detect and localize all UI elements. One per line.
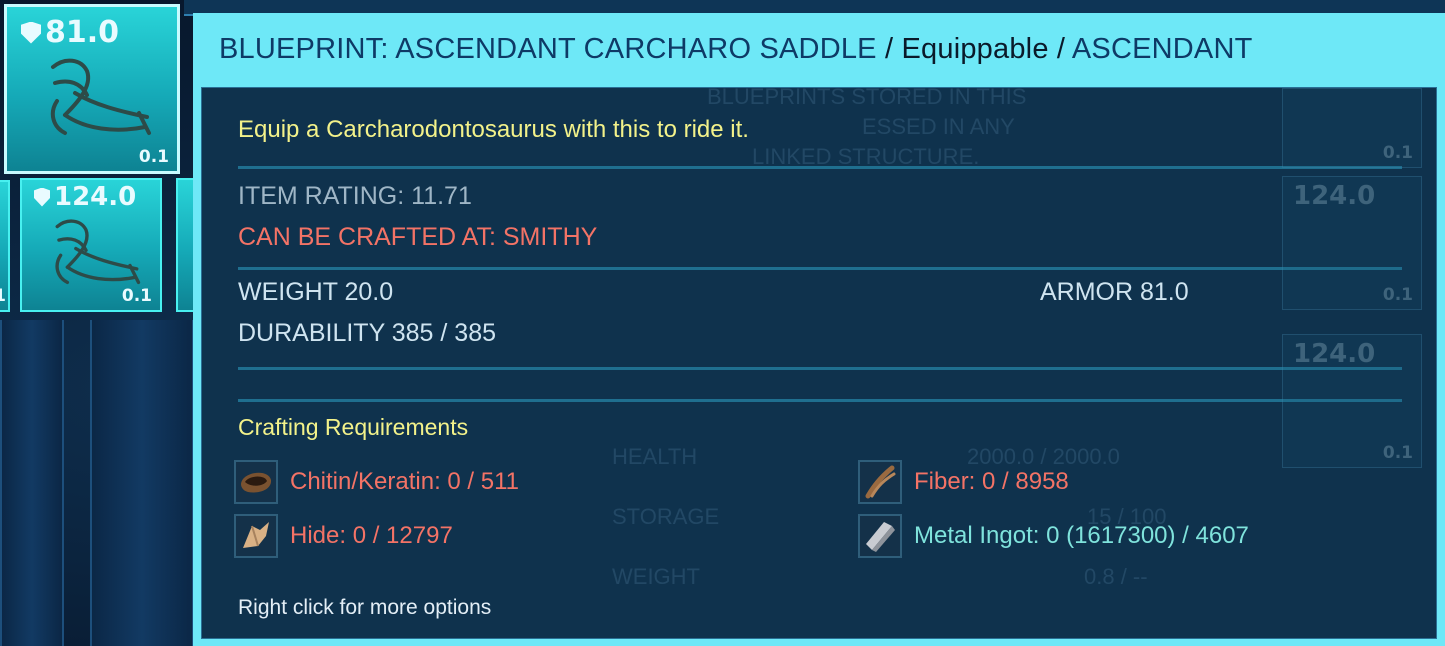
saddle-icon xyxy=(50,58,151,135)
requirement-item: Chitin/Keratin: 0 / 511 xyxy=(234,460,519,504)
inventory-slot-partial[interactable]: 124.0 0.1 xyxy=(1282,176,1422,310)
slot-armor-value: 124.0 xyxy=(1293,339,1376,369)
requirement-label: Hide: 0 / 12797 xyxy=(290,522,453,549)
header-separator: / xyxy=(1056,33,1066,65)
requirement-icon-box xyxy=(858,514,902,558)
slot-weight: 0.1 xyxy=(121,286,152,306)
tooltip-header: BLUEPRINT: ASCENDANT CARCHARO SADDLE / E… xyxy=(219,33,1253,66)
inventory-slot-partial[interactable]: 124.0 0.1 xyxy=(1282,334,1422,468)
requirement-label: Fiber: 0 / 8958 xyxy=(914,468,1069,495)
divider xyxy=(238,166,1402,169)
requirement-icon-box xyxy=(234,460,278,504)
ghost-stat-value: 0.8 / -- xyxy=(1084,564,1148,589)
divider xyxy=(238,367,1402,370)
requirement-label: Metal Ingot: 0 (1617300) / 4607 xyxy=(914,522,1249,549)
slot-armor: 124.0 xyxy=(34,182,136,212)
item-durability: DURABILITY 385 / 385 xyxy=(238,319,497,347)
slot-armor: 124.0 xyxy=(1293,339,1375,369)
header-separator: / xyxy=(884,33,894,65)
slot-armor-value: 81.0 xyxy=(45,15,120,50)
slot-armor-value: 124.0 xyxy=(54,182,137,212)
shield-icon xyxy=(34,187,50,207)
item-type: Equippable xyxy=(901,33,1049,65)
game-inventory-screen: 1 81.0 0.1 124.0 0.1 BLUEPRINT: ASCENDAN… xyxy=(0,0,1445,646)
background-pillar xyxy=(0,320,64,646)
item-description: Equip a Carcharodontosaurus with this to… xyxy=(238,116,749,143)
chitin-icon xyxy=(241,472,272,493)
ghost-blueprint-note: BLUEPRINTS STORED IN THIS xyxy=(707,84,1027,109)
shield-icon xyxy=(21,21,41,44)
slot-weight: 0.1 xyxy=(1382,443,1413,463)
tooltip-body: BLUEPRINTS STORED IN THIS ESSED IN ANY L… xyxy=(201,84,1437,639)
item-armor: ARMOR 81.0 xyxy=(1040,278,1189,306)
hide-icon xyxy=(243,522,269,548)
ghost-stat-label: HEALTH xyxy=(612,444,698,469)
metal-ingot-icon xyxy=(866,522,895,552)
background-pillar xyxy=(90,320,194,646)
item-quality: ASCENDANT xyxy=(1071,33,1253,65)
crafting-requirements-title: Crafting Requirements xyxy=(238,414,469,440)
slot-weight: 0.1 xyxy=(138,147,169,167)
ghost-stat-label: STORAGE xyxy=(612,504,720,529)
ghost-blueprint-note: ESSED IN ANY xyxy=(862,114,1015,139)
item-tooltip: BLUEPRINT: ASCENDANT CARCHARO SADDLE / E… xyxy=(193,13,1445,646)
requirement-icon-box xyxy=(858,460,902,504)
requirement-item: Metal Ingot: 0 (1617300) / 4607 xyxy=(858,514,1249,558)
slot-armor: 81.0 xyxy=(21,15,119,50)
requirement-label: Chitin/Keratin: 0 / 511 xyxy=(290,468,520,495)
requirement-item: Fiber: 0 / 8958 xyxy=(858,460,1069,504)
slot-weight: 0.1 xyxy=(1382,143,1413,163)
fiber-icon xyxy=(865,465,896,499)
inventory-slot[interactable]: 124.0 0.1 xyxy=(20,178,162,312)
inventory-slot-selected[interactable]: 81.0 0.1 xyxy=(4,4,180,174)
slot-weight: 0.1 xyxy=(1382,285,1413,305)
divider xyxy=(238,399,1402,402)
item-rating: ITEM RATING: 11.71 xyxy=(238,182,472,210)
divider xyxy=(238,267,1402,270)
requirement-item: Hide: 0 / 12797 xyxy=(234,514,453,558)
slot-armor-value: 124.0 xyxy=(1293,181,1376,211)
inventory-slot-partial[interactable]: 1 xyxy=(0,180,10,312)
requirement-icon-box xyxy=(234,514,278,558)
inventory-slot-partial[interactable]: 0.1 xyxy=(1282,88,1422,168)
crafted-at: CAN BE CRAFTED AT: SMITHY xyxy=(238,223,598,251)
item-name: BLUEPRINT: ASCENDANT CARCHARO SADDLE xyxy=(219,33,877,65)
item-weight: WEIGHT 20.0 xyxy=(238,278,394,306)
right-click-hint: Right click for more options xyxy=(238,596,492,619)
ghost-stat-label: WEIGHT xyxy=(612,564,700,589)
slot-weight: 1 xyxy=(0,286,6,306)
slot-armor: 124.0 xyxy=(1293,181,1375,211)
